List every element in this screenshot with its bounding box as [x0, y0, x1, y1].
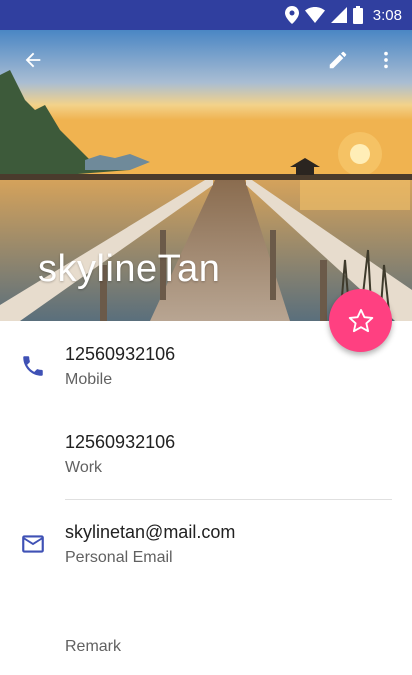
phone-icon	[23, 356, 43, 376]
star-icon	[348, 308, 373, 332]
remark-label: Remark	[65, 638, 122, 655]
email-type: Personal Email	[65, 549, 173, 566]
wifi-icon	[304, 7, 325, 23]
status-icons: 3:08	[284, 0, 402, 30]
phone-number-work: 12560932106	[65, 432, 176, 452]
status-time: 3:08	[372, 6, 402, 24]
phone-row-work[interactable]: 12560932106 Work	[0, 423, 412, 493]
email-row[interactable]: skylinetan@mail.com Personal Email	[0, 513, 412, 583]
back-button[interactable]	[17, 44, 49, 76]
edit-button[interactable]	[322, 44, 354, 76]
phone-row-mobile[interactable]: 12560932106 Mobile	[0, 335, 412, 405]
section-divider	[65, 499, 392, 500]
location-icon	[284, 6, 299, 24]
back-arrow-icon	[25, 52, 41, 68]
contact-name: skylineTan	[38, 248, 221, 290]
phone-type-work: Work	[65, 459, 103, 476]
email-icon	[22, 535, 44, 553]
status-bar: 3:08	[0, 0, 412, 30]
remark-row[interactable]: Remark	[0, 628, 412, 668]
edit-pencil-icon	[329, 51, 347, 69]
email-address: skylinetan@mail.com	[65, 522, 236, 542]
phone-number-mobile: 12560932106	[65, 344, 176, 364]
battery-icon	[352, 6, 363, 24]
more-options-button[interactable]	[370, 44, 402, 76]
phone-type-mobile: Mobile	[65, 371, 113, 388]
signal-icon	[330, 7, 347, 23]
contact-header: skylineTan	[0, 30, 412, 321]
more-vert-icon	[384, 51, 388, 69]
